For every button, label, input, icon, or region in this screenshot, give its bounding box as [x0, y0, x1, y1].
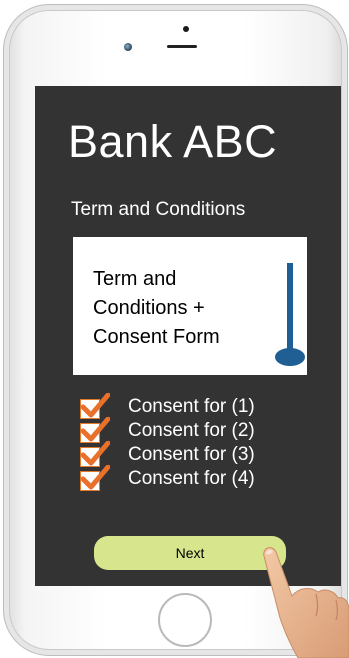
- consent-checkbox[interactable]: [80, 465, 110, 491]
- consent-item-3[interactable]: Consent for (3): [80, 441, 300, 468]
- scrollbar-handle[interactable]: [275, 348, 305, 366]
- terms-text-line: Term and: [93, 268, 177, 290]
- consent-checkbox[interactable]: [80, 441, 110, 467]
- consent-checkbox[interactable]: [80, 417, 110, 443]
- checkmark-icon: [80, 441, 110, 466]
- checkmark-icon: [80, 393, 110, 418]
- consent-label: Consent for (1): [128, 396, 255, 417]
- consent-label: Consent for (3): [128, 444, 255, 465]
- checkmark-icon: [80, 417, 110, 442]
- scrollbar-track[interactable]: [287, 263, 293, 356]
- terms-text-line: Consent Form: [93, 326, 220, 348]
- consent-item-2[interactable]: Consent for (2): [80, 417, 300, 444]
- camera-icon: [124, 43, 132, 51]
- consent-list: Consent for (1) Consent for (2) Consent …: [80, 393, 300, 492]
- page-subtitle: Term and Conditions: [71, 199, 246, 220]
- terms-text-line: Conditions +: [93, 297, 205, 319]
- app-title: Bank ABC: [68, 116, 278, 167]
- consent-item-4[interactable]: Consent for (4): [80, 465, 300, 492]
- sensor-icon: [183, 26, 189, 32]
- consent-label: Consent for (4): [128, 468, 255, 489]
- terms-document-text: Term and Conditions + Consent Form: [93, 265, 253, 352]
- home-button[interactable]: [158, 593, 212, 647]
- checkmark-icon: [80, 465, 110, 490]
- consent-label: Consent for (2): [128, 420, 255, 441]
- consent-checkbox[interactable]: [80, 393, 110, 419]
- hand-pointer-icon: [263, 547, 349, 658]
- speaker-icon: [167, 45, 197, 48]
- consent-item-1[interactable]: Consent for (1): [80, 393, 300, 420]
- terms-document-panel[interactable]: Term and Conditions + Consent Form: [73, 237, 307, 375]
- app-screen: Bank ABC Term and Conditions Term and Co…: [35, 86, 341, 586]
